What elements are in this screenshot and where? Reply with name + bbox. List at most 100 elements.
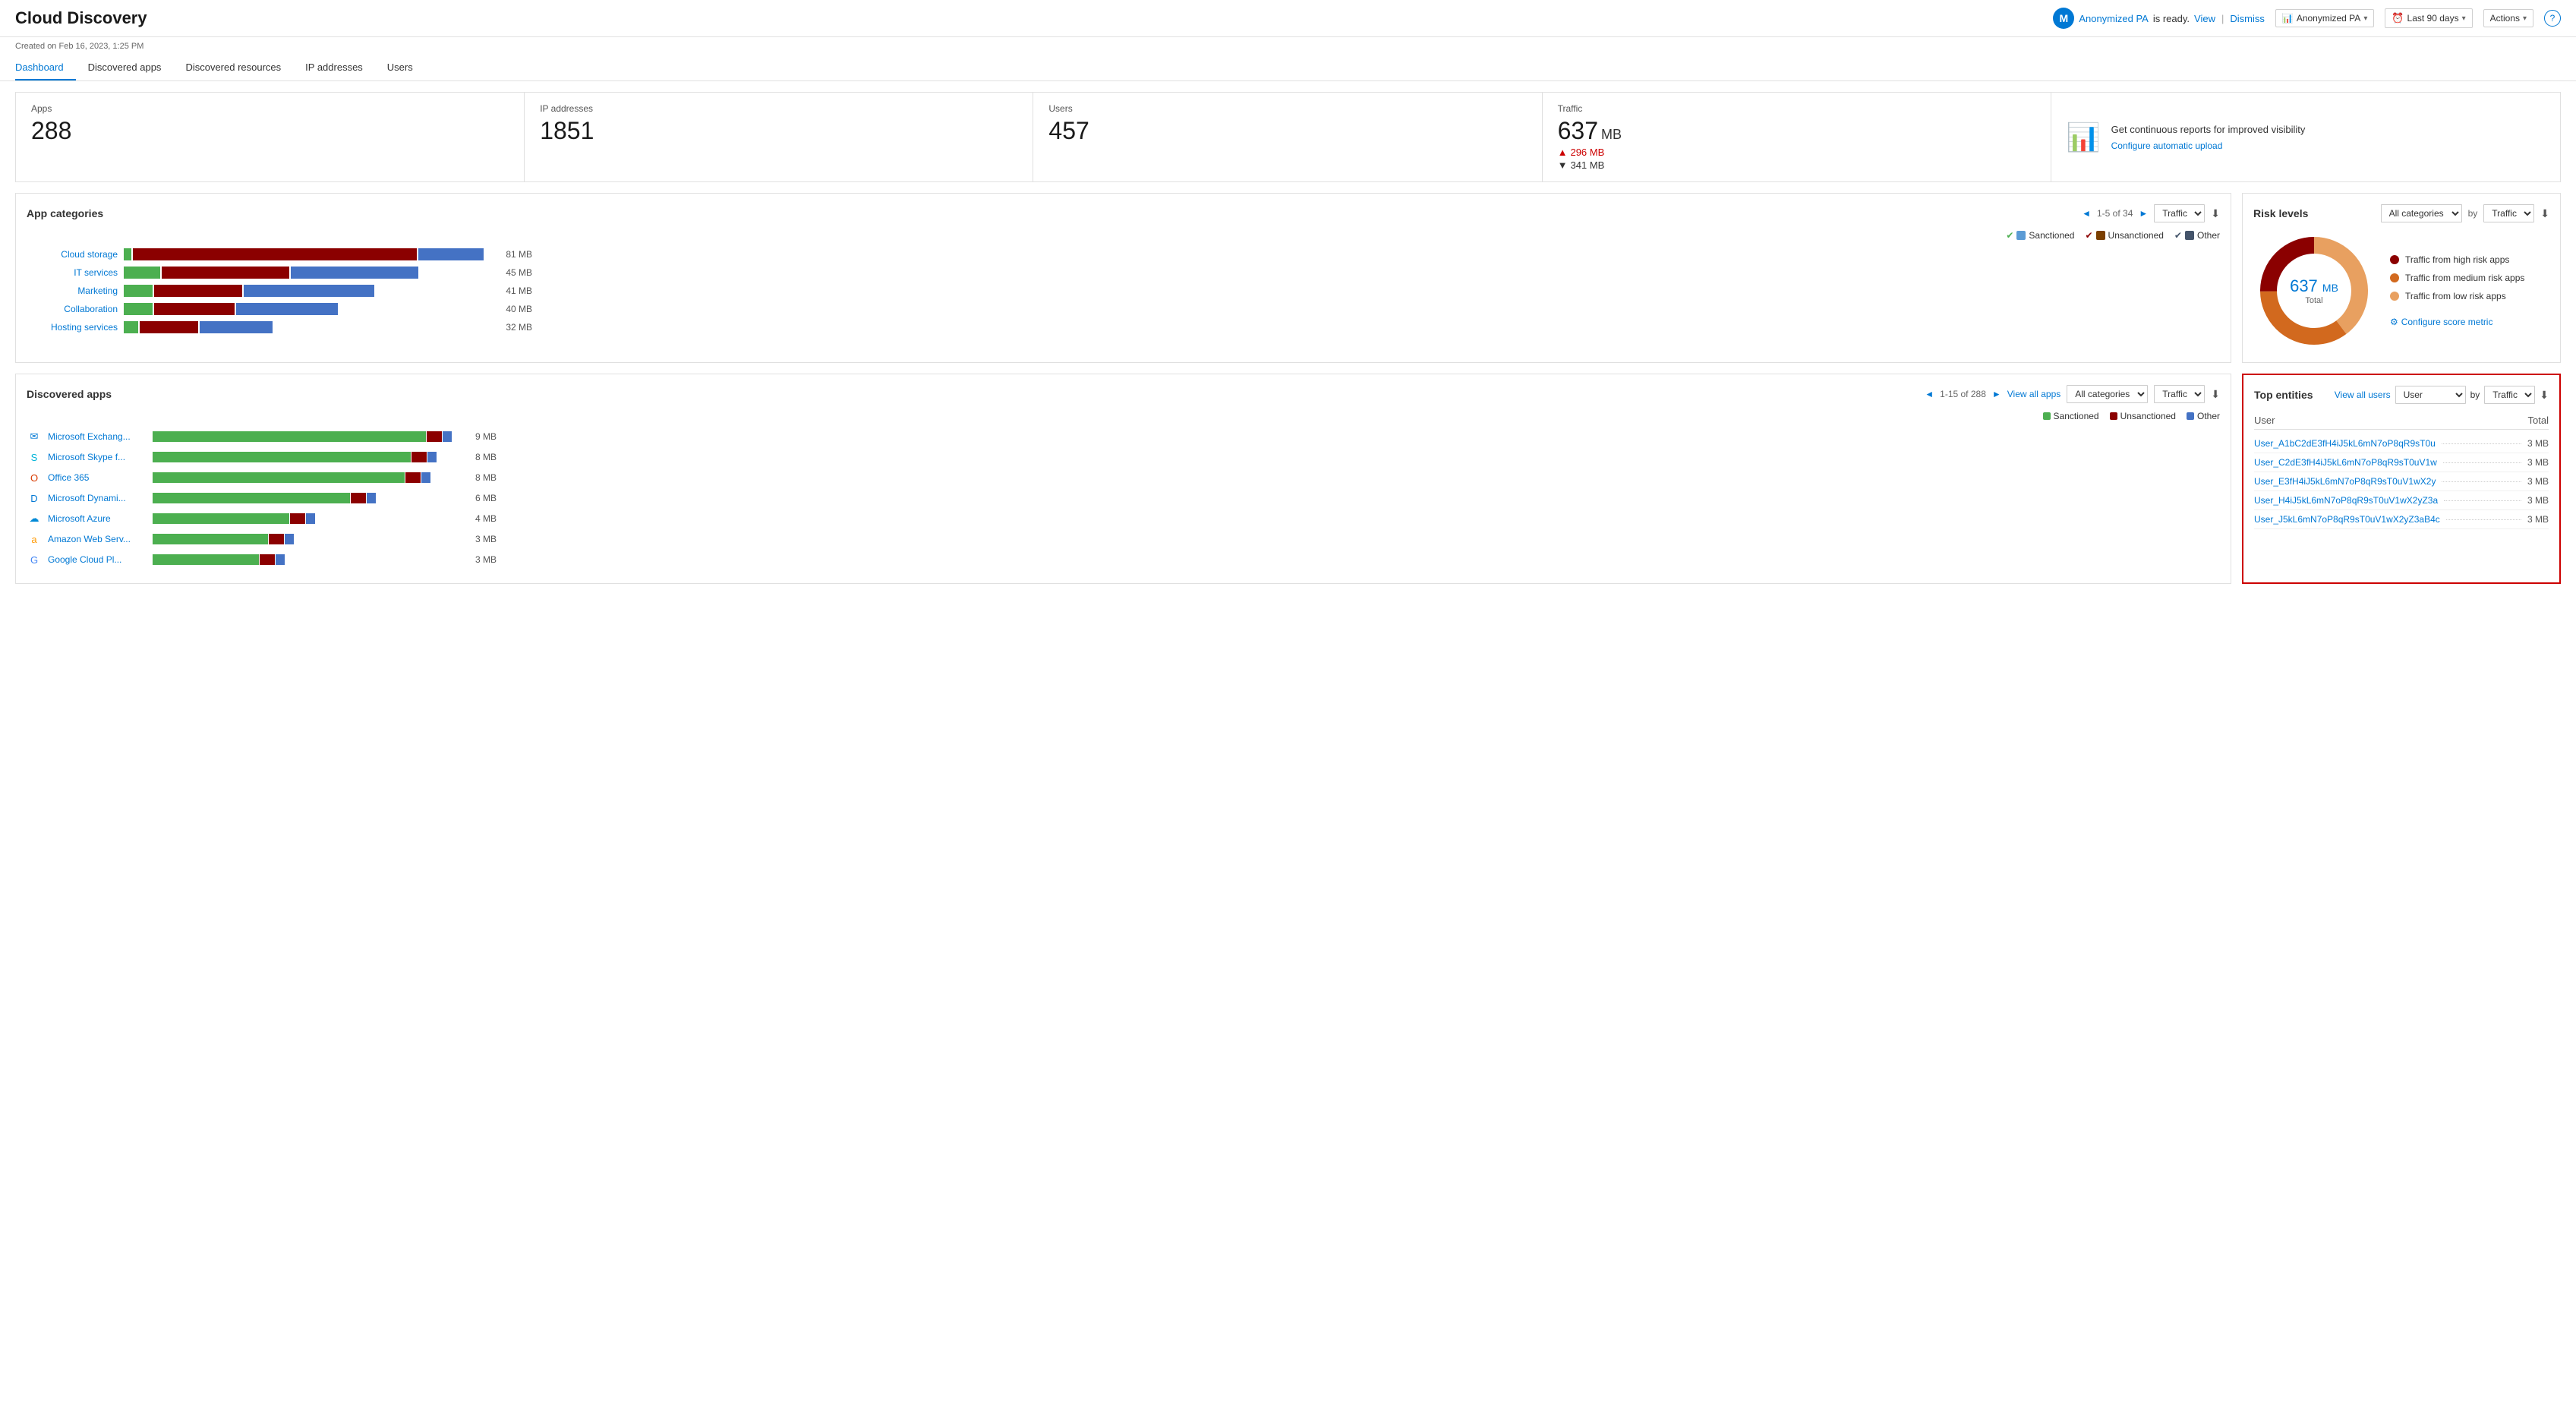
- header: Cloud Discovery M Anonymized PA is ready…: [0, 0, 2576, 37]
- app-value: 8 MB: [462, 452, 497, 462]
- app-name[interactable]: Microsoft Exchang...: [48, 431, 147, 442]
- category-label[interactable]: Marketing: [27, 285, 118, 296]
- entity-dots: [2442, 481, 2521, 482]
- actions-dropdown[interactable]: Actions ▾: [2483, 9, 2533, 27]
- app-name[interactable]: Microsoft Skype f...: [48, 452, 147, 462]
- tabs: Dashboard Discovered apps Discovered res…: [0, 55, 2576, 81]
- download-icon[interactable]: ⬇: [2540, 389, 2549, 402]
- header-right: M Anonymized PA is ready. View | Dismiss…: [2053, 8, 2561, 29]
- tab-ip-addresses[interactable]: IP addresses: [293, 55, 375, 80]
- legend-unsanctioned: ✔ Unsanctioned: [2085, 230, 2163, 241]
- apps-traffic-dropdown[interactable]: Traffic: [2154, 385, 2205, 403]
- app-categories-legend: ✔ Sanctioned ✔ Unsanctioned ✔ Other: [27, 230, 2220, 241]
- by-label: by: [2468, 208, 2478, 219]
- top-entities-header: Top entities View all users User IP Addr…: [2254, 386, 2549, 404]
- app-value: 4 MB: [462, 513, 497, 524]
- report-dropdown[interactable]: 📊 Anonymized PA ▾: [2275, 9, 2374, 27]
- view-all-apps-link[interactable]: View all apps: [2007, 389, 2061, 399]
- category-label[interactable]: Cloud storage: [27, 249, 118, 260]
- risk-levels-title: Risk levels: [2253, 207, 2308, 219]
- traffic-down-value: 341 MB: [1570, 159, 1604, 171]
- prev-arrow-icon[interactable]: ◄: [2082, 208, 2091, 219]
- configure-upload-link[interactable]: Configure automatic upload: [2111, 140, 2223, 151]
- sanctioned-color: [2016, 231, 2026, 240]
- entity-name[interactable]: User_J5kL6mN7oP8qR9sT0uV1wX2yZ3aB4c: [2254, 514, 2440, 525]
- entities-traffic-dropdown[interactable]: Traffic: [2484, 386, 2535, 404]
- app-bar-container: [153, 431, 456, 442]
- bar-container: [124, 321, 488, 333]
- bar-container: [124, 267, 488, 279]
- other-color: [2185, 231, 2194, 240]
- time-range-dropdown[interactable]: ⏰ Last 90 days ▾: [2385, 8, 2472, 28]
- users-label: Users: [1048, 103, 1526, 114]
- entity-name[interactable]: User_E3fH4iJ5kL6mN7oP8qR9sT0uV1wX2y: [2254, 476, 2436, 487]
- entity-name[interactable]: User_A1bC2dE3fH4iJ5kL6mN7oP8qR9sT0u: [2254, 438, 2436, 449]
- discovered-app-row: O Office 365 8 MB: [27, 470, 2220, 485]
- chevron-down-icon: ▾: [2363, 14, 2367, 23]
- tab-dashboard[interactable]: Dashboard: [15, 55, 76, 80]
- risk-traffic-dropdown[interactable]: Traffic: [2483, 204, 2534, 222]
- category-label[interactable]: IT services: [27, 267, 118, 278]
- app-value: 8 MB: [462, 472, 497, 483]
- tab-discovered-resources[interactable]: Discovered resources: [173, 55, 293, 80]
- apps-label: Apps: [31, 103, 509, 114]
- entities-user-dropdown[interactable]: User IP Address: [2395, 386, 2466, 404]
- tab-users[interactable]: Users: [375, 55, 425, 80]
- sanctioned-bar: [124, 267, 160, 279]
- download-icon[interactable]: ⬇: [2211, 207, 2220, 220]
- by-label: by: [2470, 390, 2480, 400]
- apps-value: 288: [31, 117, 509, 145]
- traffic-detail: ▲ 296 MB ▼ 341 MB: [1558, 147, 2035, 171]
- bar-container: [124, 285, 488, 297]
- download-icon[interactable]: ⬇: [2211, 388, 2220, 401]
- sanctioned-bar: [153, 452, 411, 462]
- entity-value: 3 MB: [2527, 438, 2549, 449]
- category-label[interactable]: Hosting services: [27, 322, 118, 333]
- bar-value: 32 MB: [494, 322, 532, 333]
- report-status: is ready.: [2153, 13, 2190, 24]
- next-arrow-icon[interactable]: ►: [1992, 389, 2001, 399]
- dismiss-link[interactable]: Dismiss: [2230, 13, 2265, 24]
- view-all-users-link[interactable]: View all users: [2335, 390, 2391, 400]
- bar-value: 40 MB: [494, 304, 532, 314]
- entity-dots: [2442, 443, 2521, 444]
- configure-score-link[interactable]: ⚙ Configure score metric: [2390, 317, 2549, 327]
- tab-discovered-apps[interactable]: Discovered apps: [76, 55, 174, 80]
- high-risk-dot: [2390, 255, 2399, 264]
- help-icon: ?: [2550, 13, 2556, 24]
- arrow-up-icon: ▲: [1558, 147, 1568, 158]
- app-value: 3 MB: [462, 534, 497, 544]
- actions-label: Actions: [2490, 13, 2520, 24]
- top-entities-title: Top entities: [2254, 389, 2313, 401]
- risk-categories-dropdown[interactable]: All categories: [2381, 204, 2462, 222]
- app-categories-metric-dropdown[interactable]: Traffic Users: [2154, 204, 2205, 222]
- app-icon: ✉: [27, 429, 42, 444]
- help-button[interactable]: ?: [2544, 10, 2561, 27]
- other-label: Other: [2197, 411, 2220, 421]
- other-bar: [427, 452, 437, 462]
- apps-categories-dropdown[interactable]: All categories: [2067, 385, 2148, 403]
- app-name[interactable]: Google Cloud Pl...: [48, 554, 147, 565]
- download-icon[interactable]: ⬇: [2540, 207, 2549, 220]
- sanctioned-bar: [153, 534, 268, 544]
- app-bar-container: [153, 493, 456, 503]
- unsanctioned-label: Unsanctioned: [2120, 411, 2176, 421]
- risk-levels-header: Risk levels All categories by Traffic ⬇: [2253, 204, 2549, 222]
- unsanctioned-dot: [2110, 412, 2117, 420]
- top-entities-controls: View all users User IP Address by Traffi…: [2335, 386, 2549, 404]
- app-name[interactable]: Microsoft Dynami...: [48, 493, 147, 503]
- app-name[interactable]: Amazon Web Serv...: [48, 534, 147, 544]
- app-categories-chart: Cloud storage 81 MB IT services 45 MB Ma…: [27, 248, 2220, 333]
- entity-name[interactable]: User_C2dE3fH4iJ5kL6mN7oP8qR9sT0uV1w: [2254, 457, 2437, 468]
- category-label[interactable]: Collaboration: [27, 304, 118, 314]
- promo-heading: Get continuous reports for improved visi…: [2111, 124, 2306, 135]
- sanctioned-bar: [124, 303, 153, 315]
- traffic-up: ▲ 296 MB: [1558, 147, 2035, 158]
- next-arrow-icon[interactable]: ►: [2139, 208, 2148, 219]
- app-name[interactable]: Office 365: [48, 472, 147, 483]
- app-name[interactable]: Microsoft Azure: [48, 513, 147, 524]
- prev-arrow-icon[interactable]: ◄: [1925, 389, 1934, 399]
- entity-name[interactable]: User_H4iJ5kL6mN7oP8qR9sT0uV1wX2yZ3a: [2254, 495, 2438, 506]
- view-link[interactable]: View: [2194, 13, 2215, 24]
- traffic-up-value: 296 MB: [1570, 147, 1604, 158]
